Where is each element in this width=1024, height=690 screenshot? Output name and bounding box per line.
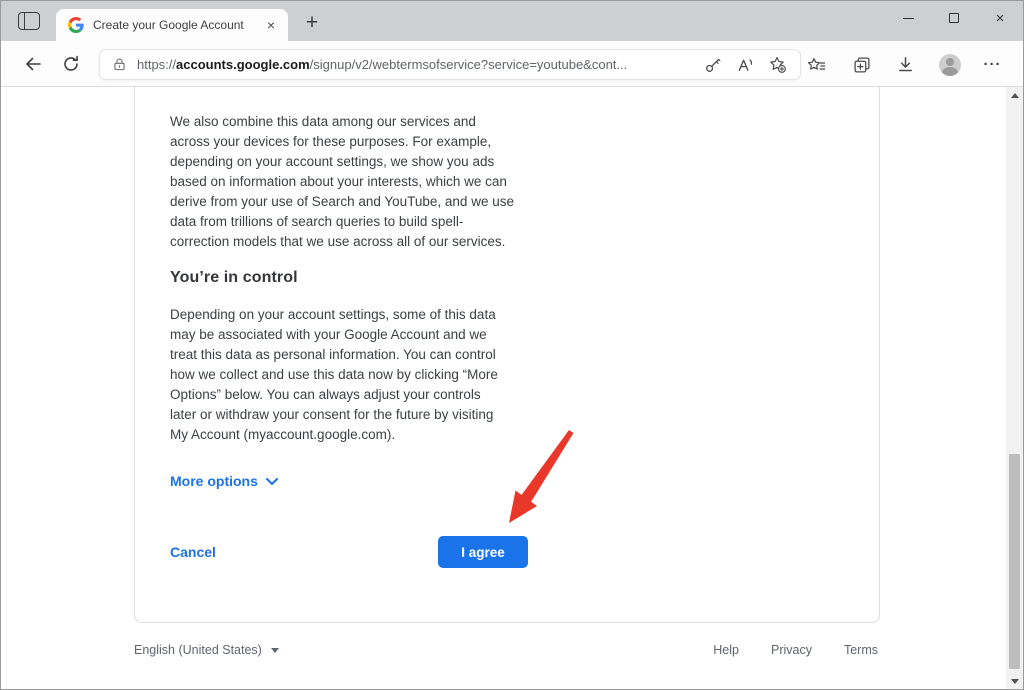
scroll-up-icon[interactable] — [1006, 87, 1023, 103]
password-key-button[interactable] — [700, 52, 726, 78]
chevron-down-icon — [266, 478, 278, 485]
footer-links: Help Privacy Terms — [713, 643, 878, 657]
refresh-icon — [62, 55, 80, 73]
scrollbar-thumb[interactable] — [1009, 454, 1020, 669]
read-aloud-button[interactable] — [732, 52, 758, 78]
maximize-button[interactable] — [931, 1, 977, 35]
more-options-label: More options — [170, 473, 258, 489]
address-bar[interactable]: https://accounts.google.com/signup/v2/we… — [99, 49, 801, 80]
tab-bar: Create your Google Account × + × — [1, 1, 1023, 41]
collections-icon — [853, 56, 871, 74]
favorites-star-list-icon — [807, 57, 826, 73]
collections-button[interactable] — [848, 51, 875, 78]
terms-paragraph-1: We also combine this data among our serv… — [170, 112, 528, 252]
profile-button[interactable] — [936, 51, 963, 78]
privacy-link[interactable]: Privacy — [771, 643, 812, 657]
window-controls: × — [885, 1, 1023, 35]
star-add-icon — [769, 56, 786, 73]
terms-card: We also combine this data among our serv… — [134, 87, 880, 623]
more-options-link[interactable]: More options — [170, 473, 278, 489]
close-icon: × — [996, 11, 1005, 26]
url-domain: accounts.google.com — [176, 57, 310, 72]
minimize-button[interactable] — [885, 1, 931, 35]
url-path: /signup/v2/webtermsofservice?service=you… — [310, 57, 628, 72]
tab-title: Create your Google Account — [93, 18, 262, 32]
avatar — [939, 54, 961, 76]
close-window-button[interactable]: × — [977, 1, 1023, 35]
settings-more-button[interactable]: ··· — [979, 51, 1006, 78]
key-icon — [705, 57, 721, 73]
downloads-button[interactable] — [892, 51, 919, 78]
page-viewport: We also combine this data among our serv… — [1, 87, 1023, 689]
navigation-toolbar: https://accounts.google.com/signup/v2/we… — [1, 41, 1023, 87]
back-button[interactable] — [19, 50, 47, 78]
i-agree-button[interactable]: I agree — [438, 536, 528, 568]
refresh-button[interactable] — [57, 50, 85, 78]
favorites-button[interactable] — [803, 51, 830, 78]
page-footer: English (United States) Help Privacy Ter… — [134, 643, 880, 657]
add-favorite-button[interactable] — [764, 52, 790, 78]
tab-close-icon[interactable]: × — [262, 16, 280, 34]
maximize-icon — [949, 13, 959, 23]
browser-window: Create your Google Account × + × — [0, 0, 1024, 690]
scroll-down-icon[interactable] — [1006, 673, 1023, 689]
download-icon — [897, 56, 914, 73]
terms-link[interactable]: Terms — [844, 643, 878, 657]
help-link[interactable]: Help — [713, 643, 739, 657]
tab-actions-menu-icon[interactable] — [18, 12, 40, 30]
browser-tab[interactable]: Create your Google Account × — [56, 9, 288, 41]
back-arrow-icon — [24, 55, 42, 73]
caret-down-icon — [271, 648, 279, 653]
actions-row: Cancel I agree — [170, 536, 528, 568]
cancel-button[interactable]: Cancel — [170, 544, 216, 560]
google-favicon-icon — [68, 17, 84, 33]
url-scheme: https:// — [137, 57, 176, 72]
language-selector[interactable]: English (United States) — [134, 643, 279, 657]
terms-paragraph-2: Depending on your account settings, some… — [170, 305, 528, 445]
section-heading: You’re in control — [170, 269, 528, 287]
minimize-icon — [903, 18, 914, 19]
language-label: English (United States) — [134, 643, 262, 657]
lock-icon — [112, 57, 127, 72]
new-tab-button[interactable]: + — [297, 9, 327, 37]
read-aloud-icon — [737, 57, 754, 73]
url-text[interactable]: https://accounts.google.com/signup/v2/we… — [137, 57, 694, 72]
vertical-scrollbar[interactable] — [1006, 87, 1023, 689]
